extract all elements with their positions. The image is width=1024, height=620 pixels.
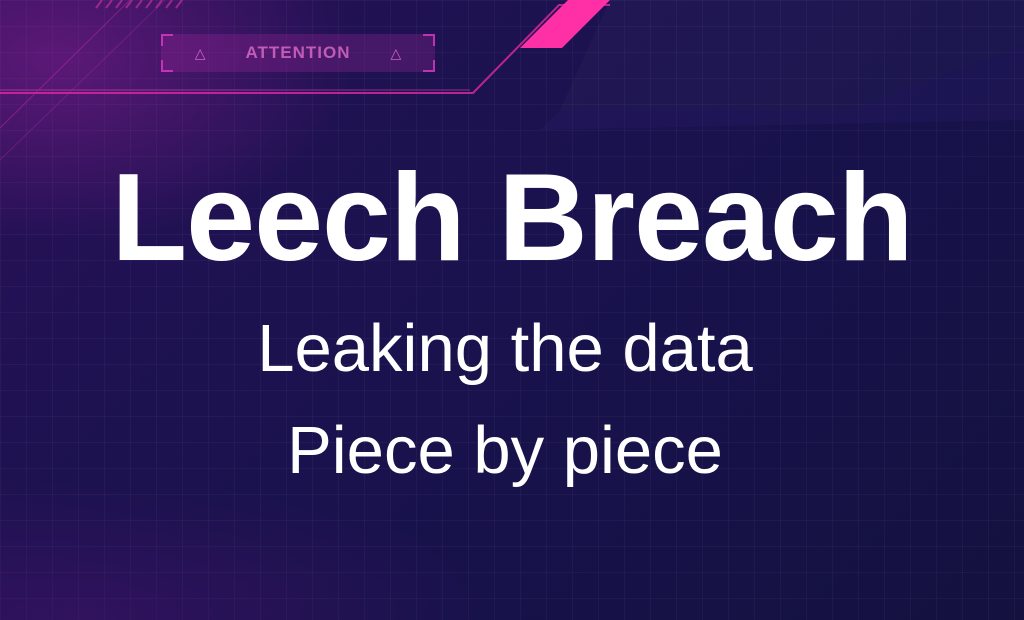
- banner-corner: [161, 34, 173, 46]
- page-title: Leech Breach: [111, 149, 913, 287]
- banner-label: ATTENTION: [245, 43, 351, 62]
- warning-triangle-icon: △: [390, 45, 402, 61]
- banner-corner: [423, 34, 435, 46]
- subtitle-line-1: Leaking the data: [257, 311, 753, 386]
- banner-corner: [423, 60, 435, 72]
- banner-corner: [161, 60, 173, 72]
- subtitle-line-2: Piece by piece: [287, 413, 723, 488]
- decorative-lines: [0, 0, 1024, 161]
- warning-triangle-icon: △: [194, 45, 206, 61]
- attention-banner: △ ATTENTION △: [161, 34, 435, 72]
